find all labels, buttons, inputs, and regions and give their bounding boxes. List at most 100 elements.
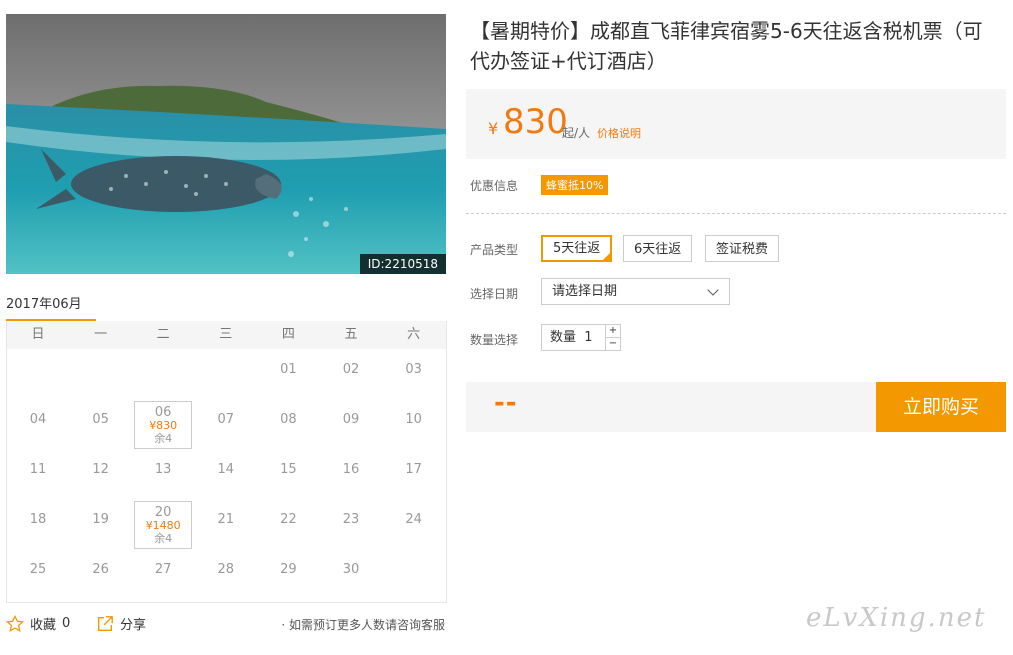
calendar-day: 10 [383, 399, 445, 449]
day-remaining: 余4 [154, 432, 173, 445]
day-number: 14 [217, 462, 235, 477]
calendar-day: 11 [7, 449, 69, 499]
price-unit: 起/人 [562, 126, 591, 140]
calendar-day: 08 [257, 399, 319, 449]
calendar-day-available[interactable]: 06 ¥830 余4 [134, 401, 193, 449]
weekday-label: 日 [31, 327, 45, 342]
promo-badge: 蜂蜜抵10% [541, 175, 609, 195]
quantity-stepper[interactable]: 数量 1 + − [541, 324, 621, 351]
day-number: 27 [154, 562, 172, 577]
day-number: 17 [405, 462, 422, 477]
day-number: 29 [280, 562, 297, 577]
share-button[interactable]: 分享 [96, 614, 146, 633]
calendar-day: 26 [70, 549, 132, 599]
watermark: eLvXing.net [806, 603, 987, 633]
calendar-day: 05 [70, 399, 132, 449]
weekday-label: 二 [156, 327, 170, 342]
favorite-label: 收藏 [30, 618, 57, 633]
type-option-6day[interactable]: 6天往返 [623, 235, 693, 262]
chevron-down-icon [707, 284, 719, 296]
day-number: 06 [154, 405, 172, 420]
day-number: 08 [280, 412, 297, 427]
calendar-day: 19 [70, 499, 132, 549]
calendar-day: 18 [7, 499, 69, 549]
type-option-label: 6天往返 [634, 242, 682, 257]
weekday-label: 五 [344, 327, 358, 342]
calendar-day: 27 [132, 549, 194, 599]
check-icon [601, 251, 613, 262]
qty-value[interactable]: 1 [584, 330, 592, 345]
promo-label: 优惠信息 [470, 179, 519, 193]
price-explain-link[interactable]: 价格说明 [597, 125, 641, 141]
price-value: 830 [503, 102, 568, 142]
day-number: 09 [342, 412, 360, 427]
product-photo: ID:2210518 [6, 14, 446, 274]
type-option-visa[interactable]: 签证税费 [705, 235, 780, 262]
calendar-weekday-header: 日一二三四五六 [7, 321, 446, 349]
qty-increase-button[interactable]: + [606, 325, 620, 338]
qty-text: 数量 [550, 330, 577, 345]
day-number: 05 [92, 412, 109, 427]
calendar-month[interactable]: 2017年06月 [6, 293, 82, 312]
type-label: 产品类型 [470, 243, 519, 257]
day-number: 16 [342, 462, 360, 477]
day-number: 25 [29, 562, 47, 577]
date-select[interactable]: 请选择日期 [541, 278, 730, 305]
day-number: 01 [280, 362, 297, 377]
calendar-day: 07 [195, 399, 257, 449]
calendar-day: 12 [70, 449, 132, 499]
type-option-label: 签证税费 [716, 242, 769, 257]
calendar-day: 09 [320, 399, 382, 449]
day-number: 19 [92, 512, 109, 527]
day-number: 12 [92, 462, 109, 477]
booking-note: · 如需预订更多人数请咨询客服 [281, 618, 445, 632]
day-number: 02 [342, 362, 360, 377]
day-number: 18 [29, 512, 47, 527]
qty-decrease-button[interactable]: − [606, 338, 620, 350]
calendar-day: 21 [195, 499, 257, 549]
day-number: 15 [280, 462, 297, 477]
day-number: 23 [342, 512, 360, 527]
date-select-value: 请选择日期 [552, 284, 618, 299]
image-id-label: ID:2210518 [359, 254, 446, 274]
calendar-day: 15 [257, 449, 319, 499]
qty-label: 数量选择 [470, 333, 519, 347]
qty-stepper-buttons: + − [605, 325, 620, 350]
weekday-label: 四 [281, 327, 295, 342]
divider [466, 213, 1006, 214]
day-price: ¥1480 [145, 519, 181, 532]
day-number: 10 [405, 412, 422, 427]
calendar-day: 30 [320, 549, 382, 599]
calendar-day: 28 [195, 549, 257, 599]
price-box: ¥ 830 起/人 价格说明 [466, 89, 1006, 159]
day-price: ¥830 [149, 419, 178, 432]
calendar-day: 24 [383, 499, 445, 549]
calendar-day: 17 [383, 449, 445, 499]
calendar-day: 23 [320, 499, 382, 549]
calendar-day: 13 [132, 449, 194, 499]
day-remaining: 余4 [154, 532, 173, 545]
day-number: 07 [217, 412, 235, 427]
whale-shark-image [6, 14, 446, 274]
calendar-day: 01 [257, 349, 319, 399]
day-number: 20 [154, 505, 172, 520]
day-number: 13 [154, 462, 172, 477]
calendar-day-available[interactable]: 20 ¥1480 余4 [134, 501, 193, 549]
day-number: 30 [342, 562, 360, 577]
weekday-label: 一 [94, 327, 108, 342]
day-number: 24 [405, 512, 422, 527]
favorite-button[interactable]: 收藏 0 [6, 614, 70, 633]
calendar-day: 04 [7, 399, 69, 449]
weekday-label: 六 [407, 327, 421, 342]
day-number: 28 [217, 562, 235, 577]
day-number: 03 [405, 362, 422, 377]
date-label: 选择日期 [470, 287, 519, 301]
calendar-day: 25 [7, 549, 69, 599]
buy-now-button[interactable]: 立即购买 [876, 382, 1006, 432]
day-number: 26 [92, 562, 109, 577]
price-currency: ¥ [488, 119, 499, 138]
calendar-grid: 日一二三四五六 01 02 03 04 05 06 ¥830 余4 07 08 09 10 11 12 13… [6, 321, 447, 603]
total-bar: -- [466, 382, 876, 432]
type-option-5day[interactable]: 5天往返 [541, 235, 613, 262]
type-option-label: 5天往返 [553, 241, 601, 256]
